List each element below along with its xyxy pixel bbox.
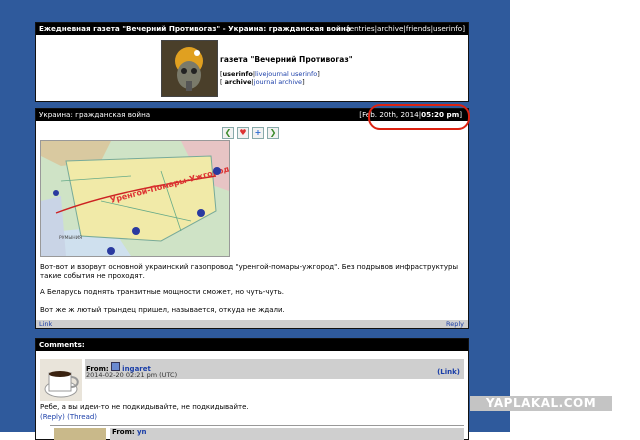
comment-header: From: ingaret 2014-02-20 02:21 pm (UTC) … (85, 359, 464, 379)
header-nav: [entries|archive|friends|userinfo] (346, 24, 465, 33)
post-footer: Link Reply (36, 320, 468, 328)
post-paragraph-3: Вот же ж лютый трындец пришел, называетс… (40, 306, 285, 314)
post-reply-link[interactable]: Reply (446, 320, 464, 328)
heart-icon[interactable]: ♥ (237, 127, 249, 139)
post-entry: Украина: гражданская война [Feb. 20th, 2… (35, 108, 469, 329)
plus-icon[interactable]: + (252, 127, 264, 139)
nested-user-link[interactable]: yn (137, 428, 147, 436)
comment-thread-link[interactable]: (Thread) (67, 413, 97, 421)
gasmask-icon (162, 41, 217, 96)
comment-actions: (Reply) (Thread) (40, 413, 97, 421)
map-country-label: РУМЫНИЯ (59, 235, 82, 241)
date-highlight-oval (368, 104, 470, 130)
archive-label: archive (224, 78, 252, 86)
commenter-userpic[interactable] (40, 359, 82, 401)
header-title: Ежедневная газета "Вечерний Противогаз" … (39, 24, 351, 33)
next-arrow-icon[interactable]: ❯ (267, 127, 279, 139)
nav-entries[interactable]: entries (350, 24, 375, 33)
nested-comment: From: yn (50, 425, 464, 440)
post-link[interactable]: Link (39, 320, 52, 328)
userinfo-label: userinfo (222, 70, 253, 78)
comment-timestamp: 2014-02-20 02:21 pm (UTC) (86, 371, 178, 379)
comments-title: Comments: (36, 339, 468, 351)
journal-userpic[interactable] (161, 40, 218, 97)
comment-link[interactable]: (Link) (437, 368, 460, 376)
pipeline-map[interactable]: Уренгой-Помары-Ужгород РУМЫНИЯ (40, 140, 230, 257)
nested-userpic[interactable] (54, 428, 106, 440)
journal-header: Ежедневная газета "Вечерний Противогаз" … (35, 22, 469, 102)
coffee-cup-icon (40, 359, 82, 401)
nested-from-label: From: (112, 428, 135, 436)
userinfo-link[interactable]: livejournal userinfo (255, 70, 317, 78)
prev-arrow-icon[interactable]: ❮ (222, 127, 234, 139)
archive-link[interactable]: journal archive (254, 78, 302, 86)
header-bar: Ежедневная газета "Вечерний Противогаз" … (36, 23, 468, 35)
map-image: Уренгой-Помары-Ужгород РУМЫНИЯ (41, 141, 229, 256)
post-paragraph-1: Вот-вот и взорвут основной украинский га… (40, 263, 459, 280)
comment-text: Ребе, а вы идеи-то не подкидывайте, не п… (40, 403, 249, 411)
user-icon (110, 362, 120, 371)
nav-archive[interactable]: archive (377, 24, 403, 33)
nested-comment-header: From: yn (110, 428, 464, 440)
post-paragraph-2: А Беларусь поднять транзитные мощности с… (40, 288, 285, 296)
comments-section: Comments: From: ingaret 2014-02-20 02:21… (35, 338, 469, 440)
post-nav-icons: ❮ ♥ + ❯ (222, 127, 279, 139)
comment-reply-link[interactable]: (Reply) (40, 413, 65, 421)
watermark: YAPLAKAL.COM (470, 396, 612, 411)
nav-friends[interactable]: friends (406, 24, 431, 33)
journal-links: [userinfo|livejournal userinfo] [ archiv… (220, 70, 320, 86)
nav-userinfo[interactable]: userinfo (433, 24, 462, 33)
post-subject: Украина: гражданская война (39, 110, 151, 119)
journal-name: газета "Вечерний Противогаз" (220, 55, 353, 64)
